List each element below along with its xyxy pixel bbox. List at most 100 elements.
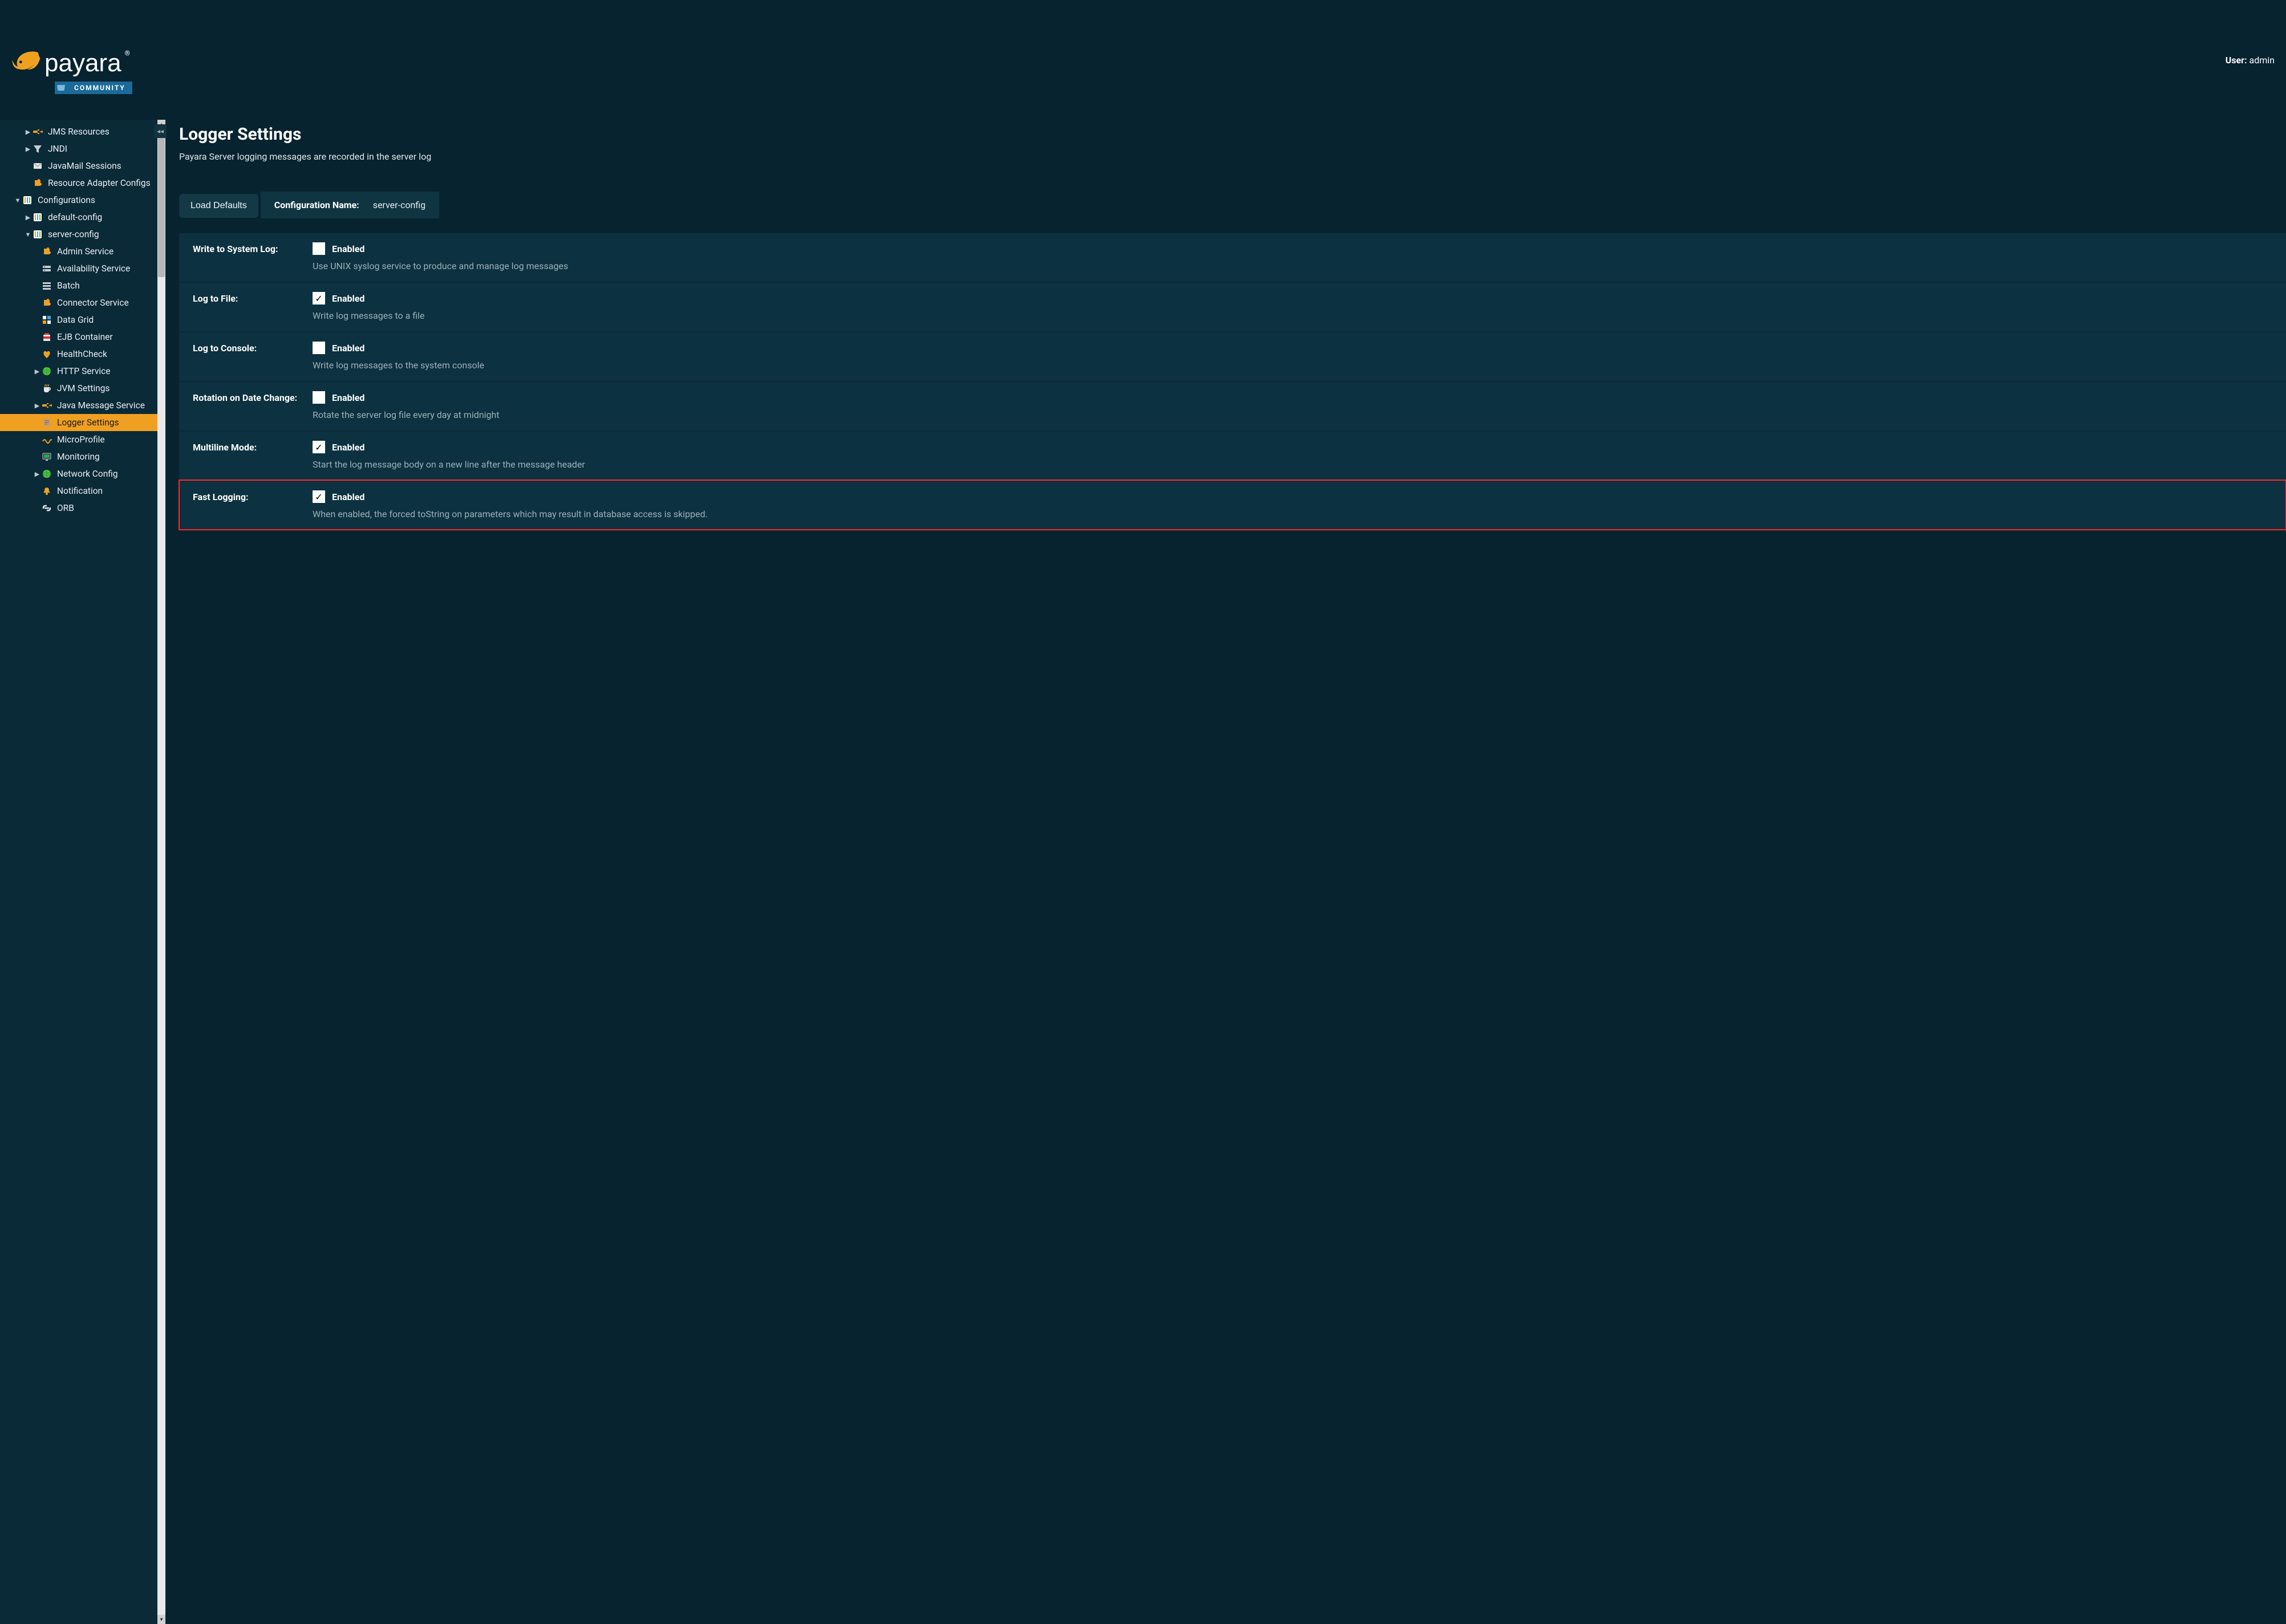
tree-item-label: Logger Settings xyxy=(57,417,119,428)
puzzle-icon xyxy=(41,298,52,308)
checkbox[interactable]: ✓ xyxy=(313,292,325,304)
link-icon xyxy=(41,503,52,513)
tree-item-availability-service[interactable]: ▶Availability Service xyxy=(0,260,157,277)
tree-item-label: EJB Container xyxy=(57,332,113,342)
globe-icon xyxy=(41,469,52,479)
caret-right-icon[interactable]: ▶ xyxy=(33,402,41,409)
caret-down-icon[interactable]: ▼ xyxy=(14,197,22,204)
logo-block: payara ® COMMUNITY xyxy=(11,48,132,94)
load-defaults-button[interactable]: Load Defaults xyxy=(179,194,258,218)
sidebar: ◂◂ ▶JMS Resources▶JNDI▶JavaMail Sessions… xyxy=(0,120,165,1624)
tree-item-configurations[interactable]: ▼ Configurations xyxy=(0,192,157,209)
tree-item-resource-adapter-configs[interactable]: ▶Resource Adapter Configs xyxy=(0,174,157,192)
tree-item-default-config[interactable]: ▶default-config xyxy=(0,209,157,226)
tree-item-label: HTTP Service xyxy=(57,366,111,376)
servers-icon xyxy=(41,263,52,274)
checkbox[interactable] xyxy=(313,242,325,255)
tree-item-label: JNDI xyxy=(48,144,67,154)
tree-item-ejb-container[interactable]: ▶EJB Container xyxy=(0,328,157,346)
main-content: Logger Settings Payara Server logging me… xyxy=(165,120,2286,1624)
scrollbar-thumb[interactable] xyxy=(158,129,165,277)
bell-icon xyxy=(41,486,52,496)
tree-item-jvm-settings[interactable]: ▶JVM Settings xyxy=(0,380,157,397)
user-label: User: xyxy=(2226,55,2247,66)
setting-label: Fast Logging: xyxy=(193,490,313,502)
caret-down-icon[interactable]: ▼ xyxy=(24,231,32,238)
caret-right-icon[interactable]: ▶ xyxy=(33,368,41,375)
tree-item-label: Admin Service xyxy=(57,246,114,257)
tree-item-server-config[interactable]: ▼server-config xyxy=(0,226,157,243)
plug-arrow-icon xyxy=(32,127,43,137)
config-name-label: Configuration Name: xyxy=(274,200,359,210)
tree-item-label: JMS Resources xyxy=(48,127,110,137)
scroll-down-button[interactable]: ▾ xyxy=(157,1615,165,1624)
funnel-icon xyxy=(32,144,43,154)
tree-item-label: Monitoring xyxy=(57,452,100,462)
setting-help: Write log messages to the system console xyxy=(313,360,2272,371)
tree-item-label: ORB xyxy=(57,503,74,513)
checkbox[interactable] xyxy=(313,342,325,354)
doc-icon xyxy=(41,417,52,428)
sidebar-scrollbar[interactable]: ▴ ▾ xyxy=(157,120,165,1624)
checkbox[interactable]: ✓ xyxy=(313,490,325,503)
enabled-label: Enabled xyxy=(332,293,364,304)
setting-help: When enabled, the forced toString on par… xyxy=(313,509,2272,519)
enabled-label: Enabled xyxy=(332,243,364,254)
tree-item-label: Availability Service xyxy=(57,263,130,274)
tree-item-label: JavaMail Sessions xyxy=(48,161,121,171)
sliders-icon xyxy=(22,195,33,205)
tree-item-data-grid[interactable]: ▶Data Grid xyxy=(0,311,157,328)
tree-item-label: HealthCheck xyxy=(57,349,107,359)
tree-item-orb[interactable]: ▶ORB xyxy=(0,500,157,517)
setting-help: Rotate the server log file every day at … xyxy=(313,409,2272,420)
caret-right-icon[interactable]: ▶ xyxy=(24,128,32,136)
setting-label: Write to System Log: xyxy=(193,242,313,254)
setting-label: Rotation on Date Change: xyxy=(193,391,313,403)
enabled-label: Enabled xyxy=(332,492,364,502)
setting-row-write-to-system-log: Write to System Log: Enabled Use UNIX sysl… xyxy=(179,233,2286,282)
grid-icon xyxy=(41,315,52,325)
tree-item-notification[interactable]: ▶Notification xyxy=(0,482,157,500)
tree-item-label: Configurations xyxy=(38,195,95,205)
configuration-bar: Configuration Name: server-config xyxy=(261,192,439,218)
enabled-label: Enabled xyxy=(332,343,364,354)
monitor-icon xyxy=(41,452,52,462)
community-badge: COMMUNITY xyxy=(55,82,132,94)
tree-item-label: MicroProfile xyxy=(57,435,105,445)
setting-help: Use UNIX syslog service to produce and m… xyxy=(313,261,2272,271)
config-name-value: server-config xyxy=(373,200,425,210)
checkbox[interactable]: ✓ xyxy=(313,441,325,453)
tree-item-monitoring[interactable]: ▶Monitoring xyxy=(0,448,157,465)
tree-item-connector-service[interactable]: ▶Connector Service xyxy=(0,294,157,311)
checkbox[interactable] xyxy=(313,391,325,404)
tree-item-label: Network Config xyxy=(57,469,118,479)
tree-item-label: Resource Adapter Configs xyxy=(48,178,151,188)
caret-right-icon[interactable]: ▶ xyxy=(24,214,32,221)
jar-icon xyxy=(41,332,52,342)
sliders-icon xyxy=(32,212,43,222)
registered-icon: ® xyxy=(125,49,130,57)
caret-right-icon[interactable]: ▶ xyxy=(24,145,32,153)
setting-help: Write log messages to a file xyxy=(313,310,2272,321)
tree-item-jndi[interactable]: ▶ JNDI xyxy=(0,140,157,157)
setting-label: Multiline Mode: xyxy=(193,441,313,453)
tree-item-label: Java Message Service xyxy=(57,400,145,411)
page-subtitle: Payara Server logging messages are recor… xyxy=(179,151,2286,162)
setting-row-fast-logging: Fast Logging:✓ Enabled When enabled, the f… xyxy=(179,480,2286,530)
tree-item-logger-settings[interactable]: ▶Logger Settings xyxy=(0,414,157,431)
tree-item-label: Connector Service xyxy=(57,298,129,308)
logo-text: payara xyxy=(44,49,121,78)
tree-item-batch[interactable]: ▶Batch xyxy=(0,277,157,294)
heart-icon xyxy=(41,349,52,359)
sidebar-collapse-button[interactable]: ◂◂ xyxy=(154,124,167,138)
user-value: admin xyxy=(2249,55,2275,66)
tree-item-admin-service[interactable]: ▶Admin Service xyxy=(0,243,157,260)
caret-right-icon[interactable]: ▶ xyxy=(33,470,41,478)
tree-item-jms-resources[interactable]: ▶ JMS Resources xyxy=(0,123,157,140)
tree-item-network-config[interactable]: ▶ Network Config xyxy=(0,465,157,482)
tree-item-microprofile[interactable]: ▶MicroProfile xyxy=(0,431,157,448)
tree-item-java-message-service[interactable]: ▶ Java Message Service xyxy=(0,397,157,414)
tree-item-javamail-sessions[interactable]: ▶JavaMail Sessions xyxy=(0,157,157,174)
tree-item-http-service[interactable]: ▶ HTTP Service xyxy=(0,363,157,380)
tree-item-healthcheck[interactable]: ▶HealthCheck xyxy=(0,346,157,363)
